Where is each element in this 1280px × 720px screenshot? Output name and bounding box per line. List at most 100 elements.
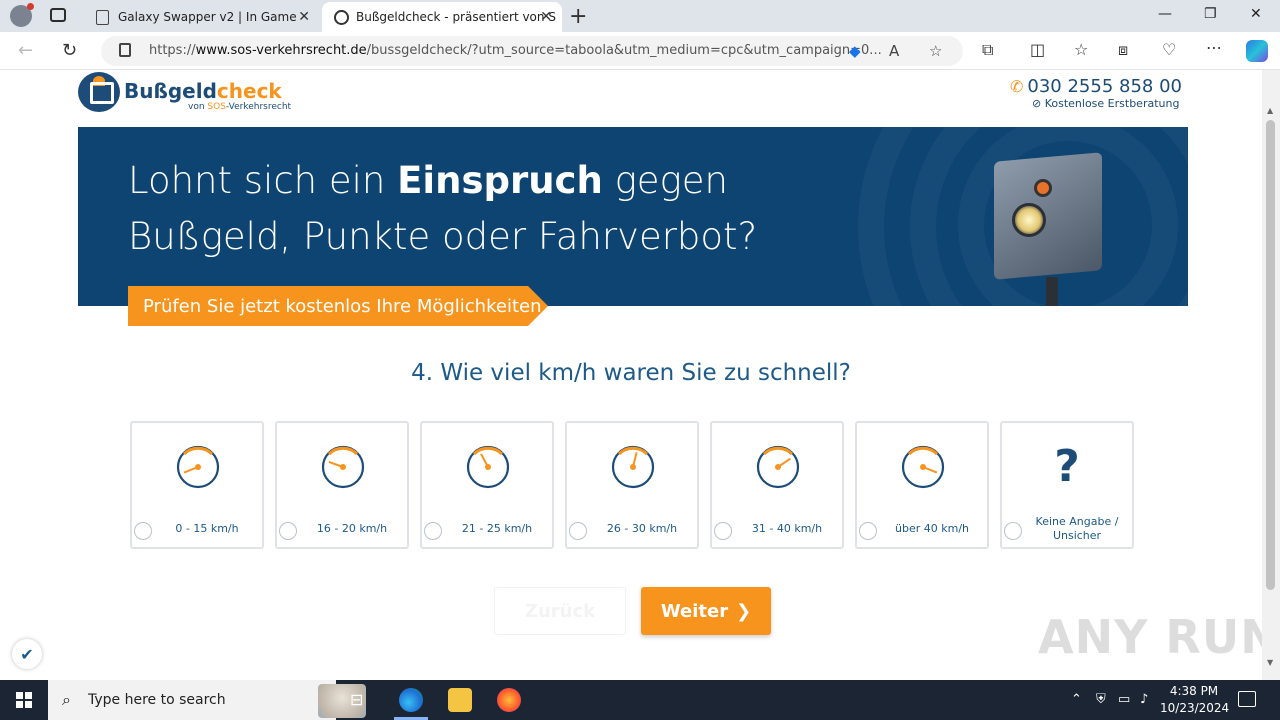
volume-icon[interactable]: ♪ [1140, 692, 1148, 707]
speedometer-icon [756, 445, 800, 489]
answer-option[interactable]: 31 - 40 km/h [710, 421, 844, 549]
option-label: 0 - 15 km/h [175, 522, 239, 535]
url-prefix: https:// [149, 43, 196, 58]
close-tab-icon[interactable]: ✕ [540, 9, 552, 25]
tab-galaxy-swapper[interactable]: Galaxy Swapper v2 | In Game ✕ [84, 2, 320, 32]
clock-date: 10/23/2024 [1160, 701, 1230, 715]
tab-title: Bußgeldcheck - präsentiert von S [356, 10, 556, 24]
tab-bussgeldcheck[interactable]: Bußgeldcheck - präsentiert von S ✕ [322, 2, 562, 32]
speedometer-icon [466, 445, 510, 489]
phone-text: 030 2555 858 00 [1027, 76, 1182, 97]
phone-number[interactable]: ✆ 030 2555 858 00 [1010, 76, 1182, 97]
search-placeholder: Type here to search [88, 692, 226, 708]
browser-tab-bar: Galaxy Swapper v2 | In Game ✕ Bußgeldche… [0, 0, 1280, 32]
answer-option[interactable]: 16 - 20 km/h [275, 421, 409, 549]
chevron-up-icon[interactable]: ⌃ [1071, 692, 1082, 707]
radio-button[interactable] [714, 522, 732, 540]
logo-subtitle: von SOS-Verkehrsrecht [188, 102, 291, 112]
radio-button[interactable] [1004, 522, 1022, 540]
refresh-icon[interactable]: ↻ [62, 40, 77, 61]
answer-option[interactable]: ? Keine Angabe / Unsicher [1000, 421, 1134, 549]
logo-accent: check [216, 79, 282, 103]
hero-line-1: Lohnt sich ein Einspruch gegen [128, 153, 757, 209]
url-text[interactable]: https://www.sos-verkehrsrecht.de/bussgel… [149, 43, 882, 58]
next-button[interactable]: Weiter ❯ [641, 587, 771, 635]
radio-button[interactable] [424, 522, 442, 540]
hero-line1-bold: Einspruch [397, 159, 603, 202]
option-label: 31 - 40 km/h [751, 522, 823, 535]
more-menu-icon[interactable]: ⋯ [1206, 38, 1222, 57]
logo-sub-accent: SOS [207, 102, 226, 112]
taskbar-search-box[interactable]: ⌕ Type here to search [48, 680, 366, 720]
taskbar-clock[interactable]: 4:38 PM 10/23/2024 [1160, 683, 1230, 717]
logo-bolt-icon [93, 76, 105, 86]
coupon-tag-icon[interactable]: ◆ [849, 42, 861, 60]
copilot-icon[interactable] [1246, 40, 1268, 62]
logo-sub-suffix: -Verkehrsrecht [225, 102, 292, 112]
collections-icon[interactable]: ⧈ [1118, 40, 1128, 60]
windows-start-icon[interactable] [16, 692, 32, 708]
option-label: 16 - 20 km/h [316, 522, 388, 535]
hero-line1-b: gegen [602, 159, 728, 202]
camera-indicator [1034, 179, 1052, 197]
back-button[interactable]: Zurück [494, 587, 626, 635]
scroll-up-icon[interactable]: ▲ [1267, 106, 1273, 115]
notification-icon[interactable] [1238, 691, 1256, 707]
github-icon [334, 10, 349, 25]
option-label: 21 - 25 km/h [461, 522, 533, 535]
bussgeldcheck-logo-icon[interactable] [78, 72, 120, 112]
speedometer-icon [176, 445, 220, 489]
page-icon [96, 10, 109, 25]
profile-avatar-icon[interactable] [10, 3, 34, 27]
back-arrow-icon[interactable]: ← [18, 40, 33, 61]
hero-line-2: Bußgeld, Punkte oder Fahrverbot? [128, 215, 758, 258]
minimize-icon[interactable]: — [1158, 6, 1172, 22]
verified-check-icon[interactable]: ✔ [12, 639, 42, 669]
answer-option[interactable]: 21 - 25 km/h [420, 421, 554, 549]
new-tab-button[interactable]: + [569, 4, 587, 29]
answer-option[interactable]: 26 - 30 km/h [565, 421, 699, 549]
speedometer-icon [321, 445, 365, 489]
logo-text[interactable]: Bußgeldcheck [124, 79, 282, 103]
scroll-down-icon[interactable]: ▼ [1267, 658, 1273, 667]
radio-button[interactable] [134, 522, 152, 540]
radio-button[interactable] [859, 522, 877, 540]
camera-pole [1046, 277, 1058, 306]
firefox-icon[interactable] [497, 688, 521, 712]
anyrun-watermark: ANY RUN [1038, 610, 1262, 664]
answer-option[interactable]: 0 - 15 km/h [130, 421, 264, 549]
question-mark-icon: ? [1054, 441, 1080, 492]
logo-sub-prefix: von [188, 102, 208, 112]
scrollbar-thumb[interactable] [1266, 120, 1275, 590]
close-tab-icon[interactable]: ✕ [298, 9, 310, 25]
security-icon[interactable]: ⛨ [1096, 692, 1106, 707]
url-domain: www.sos-verkehrsrecht.de [195, 43, 367, 58]
favorites-icon[interactable]: ☆ [1074, 40, 1088, 59]
address-bar[interactable]: https://www.sos-verkehrsrecht.de/bussgel… [101, 36, 963, 66]
answer-option[interactable]: über 40 km/h [855, 421, 989, 549]
task-view-icon[interactable]: ⊟ [350, 690, 363, 709]
close-window-icon[interactable]: ✕ [1250, 6, 1262, 22]
tab-title: Galaxy Swapper v2 | In Game [118, 10, 297, 24]
favorite-star-icon[interactable]: ☆ [929, 42, 942, 60]
tab-actions-icon[interactable] [50, 8, 66, 22]
lock-icon[interactable] [119, 43, 131, 57]
phone-icon: ✆ [1010, 77, 1024, 96]
radio-button[interactable] [279, 522, 297, 540]
restore-icon[interactable]: ❐ [1204, 6, 1217, 22]
option-label: über 40 km/h [895, 522, 969, 535]
radio-button[interactable] [569, 522, 587, 540]
browser-essentials-icon[interactable]: ♡ [1162, 40, 1176, 59]
read-aloud-icon[interactable]: A [889, 42, 899, 60]
network-icon[interactable]: ▭ [1118, 692, 1130, 707]
page-scrollbar[interactable]: ▲ ▼ [1262, 70, 1280, 680]
split-screen-icon[interactable]: ◫ [1030, 40, 1045, 59]
camera-body [994, 152, 1102, 280]
hero-headline: Lohnt sich ein Einspruch gegen Bußgeld, … [128, 153, 757, 265]
extensions-icon[interactable]: ⧉ [982, 40, 993, 60]
consult-text: Kostenlose Erstberatung [1044, 97, 1180, 110]
next-button-label: Weiter [660, 600, 729, 622]
file-explorer-icon[interactable] [448, 688, 472, 712]
search-icon: ⌕ [62, 690, 71, 709]
edge-icon[interactable] [399, 688, 423, 712]
